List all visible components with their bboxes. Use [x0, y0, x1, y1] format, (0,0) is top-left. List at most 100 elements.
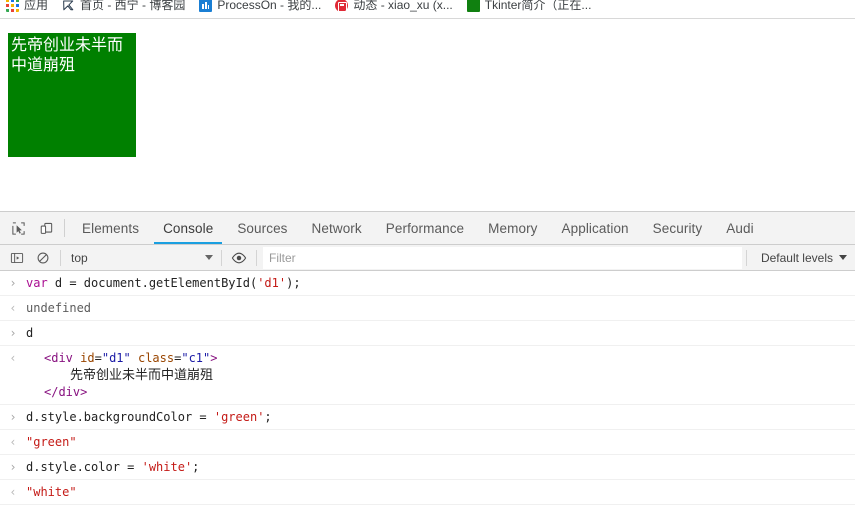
code-token: "d1": [101, 351, 131, 365]
console-message: d: [26, 325, 855, 342]
chevron-down-icon: [839, 255, 847, 260]
code-token: );: [286, 276, 301, 290]
console-message: var d = document.getElementById('d1');: [26, 275, 855, 292]
inspect-element-icon[interactable]: [4, 212, 32, 244]
console-output-row: ‹ <div id="d1" class="c1"> 先帝创业未半而中道崩殂 </di…: [0, 346, 855, 405]
output-marker-icon: ‹: [9, 485, 17, 499]
code-token: 'd1': [257, 276, 287, 290]
console-filter-input[interactable]: [263, 246, 742, 269]
code-token: >: [210, 351, 218, 365]
console-sidebar-icon[interactable]: [4, 246, 30, 270]
console-output-row: ‹ "green": [0, 430, 855, 455]
code-token: ;: [264, 410, 272, 424]
bookmark-label: 动态 - xiao_xu (x...: [353, 0, 453, 12]
console-levels-label: Default levels: [760, 250, 833, 265]
console-message: "white": [26, 484, 855, 501]
execution-context-label: top: [71, 250, 88, 265]
bilibili-icon: [335, 0, 349, 12]
code-token: "white": [26, 485, 77, 499]
tab-security[interactable]: Security: [641, 212, 715, 244]
console-message: "green": [26, 434, 855, 451]
console-output-row: ‹ undefined: [0, 296, 855, 321]
console-message: d.style.backgroundColor = 'green';: [26, 409, 855, 426]
tab-network[interactable]: Network: [300, 212, 374, 244]
devtools-panel: Elements Console Sources Network Performance…: [0, 211, 855, 516]
bookmark-bar: 应用 首页 - 西宁 - 博客园 ProcessOn - 我的... 动态 - xia…: [0, 0, 855, 19]
tab-memory[interactable]: Memory: [476, 212, 549, 244]
tab-audi[interactable]: Audi: [714, 212, 765, 244]
toolbar-divider: [64, 219, 65, 237]
device-toolbar-icon[interactable]: [32, 212, 60, 244]
toolbar-divider: [256, 249, 257, 266]
code-token: d.style.backgroundColor =: [26, 410, 214, 424]
output-marker-icon: ‹: [9, 301, 17, 315]
bookmark-item[interactable]: 应用: [6, 0, 48, 15]
devtools-tab-bar: Elements Console Sources Network Performance…: [0, 212, 855, 245]
code-token: "green": [26, 435, 77, 449]
html-open-tag: <div id="d1" class="c1">: [44, 350, 847, 367]
code-token: d = document.getElementById(: [54, 276, 258, 290]
styled-div-d1: 先帝创业未半而中道崩殂: [8, 33, 136, 157]
input-marker-icon: ›: [9, 410, 17, 424]
clear-console-icon[interactable]: [30, 246, 56, 270]
devtools-tabs: Elements Console Sources Network Performance…: [70, 212, 766, 244]
input-marker-icon: ›: [9, 276, 17, 290]
html-close-tag: </div>: [44, 384, 847, 401]
html-element-preview[interactable]: <div id="d1" class="c1"> 先帝创业未半而中道崩殂 </div…: [44, 350, 847, 401]
tab-sources[interactable]: Sources: [225, 212, 299, 244]
bookmark-label: Tkinter简介（正在...: [484, 0, 592, 12]
code-token: =: [94, 351, 102, 365]
toolbar-divider: [745, 249, 747, 266]
tab-application[interactable]: Application: [550, 212, 641, 244]
code-token: 'white': [141, 460, 193, 474]
tab-console[interactable]: Console: [151, 212, 225, 244]
console-message: <div id="d1" class="c1"> 先帝创业未半而中道崩殂 </div…: [26, 350, 855, 401]
bookmark-label: 应用: [24, 0, 49, 12]
code-token: id: [80, 351, 95, 365]
console-input-row: › d: [0, 321, 855, 346]
code-token: 'green': [213, 410, 265, 424]
code-token: "c1": [181, 351, 211, 365]
console-levels-dropdown[interactable]: Default levels: [751, 247, 855, 269]
html-inner-text: 先帝创业未半而中道崩殂: [70, 368, 214, 383]
bookmark-label: ProcessOn - 我的...: [217, 0, 322, 12]
tab-performance[interactable]: Performance: [374, 212, 476, 244]
code-token: ;: [192, 460, 200, 474]
cnblogs-icon: [62, 0, 75, 12]
toolbar-divider: [221, 249, 222, 266]
output-marker-icon: ‹: [9, 435, 17, 449]
input-marker-icon: ›: [9, 326, 17, 340]
execution-context-dropdown[interactable]: top: [65, 248, 217, 268]
console-message: undefined: [26, 300, 855, 317]
bookmark-item[interactable]: 动态 - xiao_xu (x...: [335, 0, 453, 15]
code-token: class: [137, 351, 175, 365]
tab-elements[interactable]: Elements: [70, 212, 151, 244]
console-input-row: › var d = document.getElementById('d1');: [0, 271, 855, 296]
console-output-row: ‹ "white": [0, 480, 855, 505]
code-token: div: [58, 385, 81, 399]
console-input-row: › d.style.backgroundColor = 'green';: [0, 405, 855, 430]
output-marker-icon: ‹: [9, 351, 17, 365]
toolbar-divider: [60, 249, 61, 266]
bookmark-item[interactable]: Tkinter简介（正在...: [466, 0, 592, 15]
live-expression-eye-icon[interactable]: [226, 246, 252, 270]
green-square-icon: [466, 0, 480, 12]
bookmark-item[interactable]: 首页 - 西宁 - 博客园: [62, 0, 185, 15]
console-log-area[interactable]: › var d = document.getElementById('d1'); ‹…: [0, 271, 855, 516]
code-token: d: [26, 326, 34, 340]
apps-grid-icon: [6, 0, 19, 12]
console-input-row: › d.style.color = 'white';: [0, 455, 855, 480]
input-marker-icon: ›: [9, 460, 17, 474]
code-token: >: [80, 385, 88, 399]
page-viewport: 先帝创业未半而中道崩殂: [0, 19, 855, 211]
console-filter-toolbar: top Default levels: [0, 245, 855, 271]
code-token: div: [51, 351, 73, 365]
bookmark-label: 首页 - 西宁 - 博客园: [80, 0, 186, 12]
processon-icon: [199, 0, 213, 12]
code-token: </: [44, 385, 59, 399]
code-token: d.style.color =: [26, 460, 142, 474]
console-message: d.style.color = 'white';: [26, 459, 855, 476]
bookmark-item[interactable]: ProcessOn - 我的...: [199, 0, 321, 15]
code-token: var: [26, 276, 55, 290]
